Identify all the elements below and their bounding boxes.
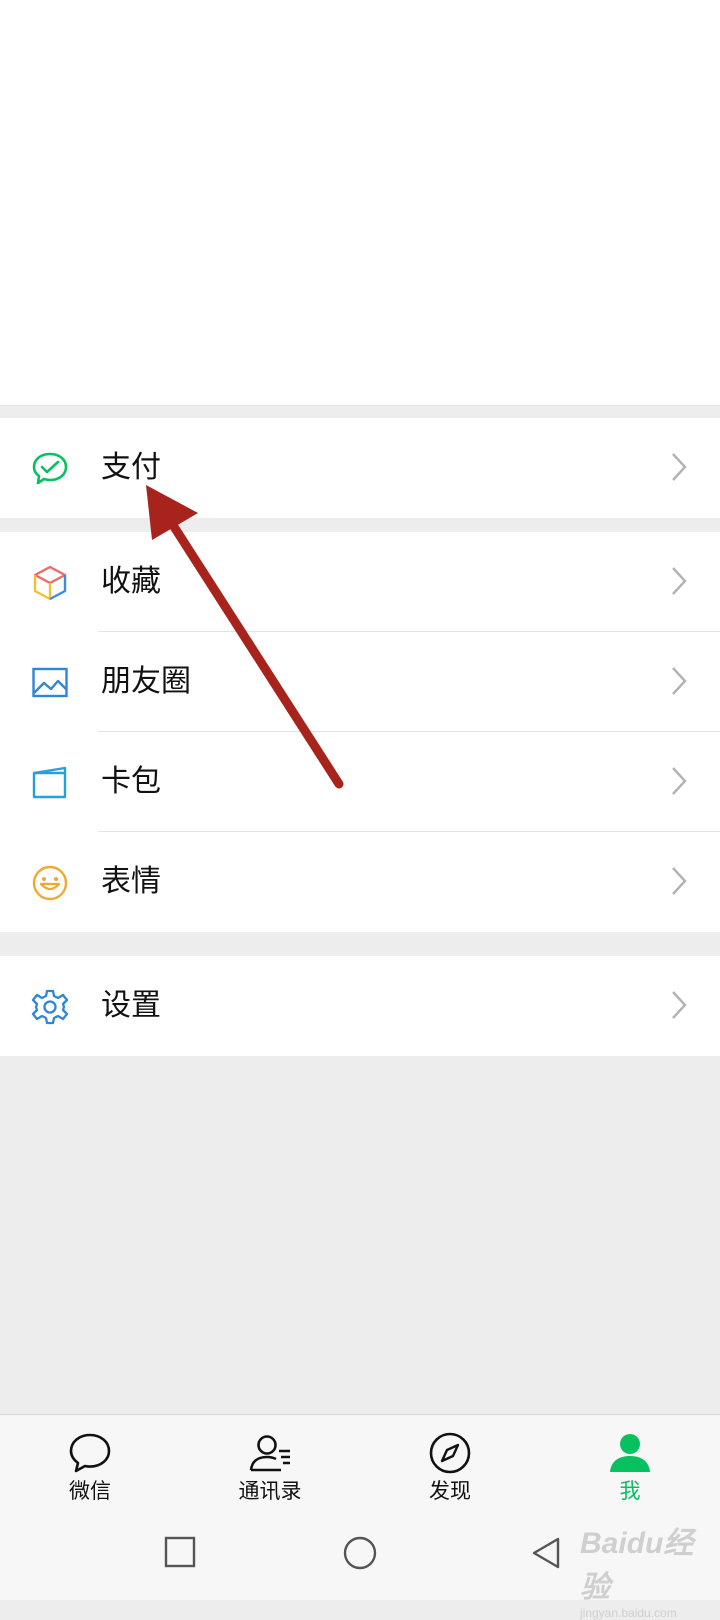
- chevron-right-icon: [672, 453, 687, 481]
- menu-item-stickers[interactable]: 表情: [0, 832, 720, 932]
- tab-label: 发现: [429, 1479, 471, 1503]
- watermark: Baidu经验 jingyan.baidu.com: [580, 1518, 720, 1620]
- menu-item-label: 卡包: [101, 764, 161, 799]
- tab-label: 微信: [69, 1479, 111, 1503]
- tab-label: 我: [619, 1479, 641, 1503]
- watermark-brand: Baidu经验: [580, 1527, 694, 1604]
- menu-item-pay[interactable]: 支付: [0, 418, 720, 518]
- smiley-icon: [32, 865, 68, 901]
- gear-icon: [31, 989, 69, 1025]
- watermark-url: jingyan.baidu.com: [580, 1606, 677, 1620]
- tab-label: 通讯录: [238, 1479, 302, 1503]
- chevron-right-icon: [672, 567, 687, 595]
- wallet-icon: [32, 766, 67, 799]
- pay-group: 支付: [0, 418, 720, 518]
- wechat-pay-icon: [32, 452, 68, 485]
- home-circle-icon[interactable]: [343, 1536, 377, 1570]
- menu-item-label: 支付: [101, 450, 161, 485]
- features-group: 收藏 朋友圈 卡包 表情: [0, 532, 720, 932]
- menu-item-label: 收藏: [101, 564, 161, 599]
- chevron-right-icon: [672, 767, 687, 795]
- person-icon: [610, 1434, 650, 1472]
- chat-bubble-icon: [69, 1433, 111, 1473]
- recent-apps-icon[interactable]: [164, 1536, 196, 1568]
- tab-discover[interactable]: 发现: [380, 1415, 520, 1511]
- tab-me[interactable]: 我: [560, 1415, 700, 1511]
- settings-group: 设置: [0, 956, 720, 1056]
- chevron-right-icon: [672, 867, 687, 895]
- compass-icon: [429, 1432, 471, 1474]
- menu-item-moments[interactable]: 朋友圈: [0, 632, 720, 732]
- image-icon: [32, 667, 68, 698]
- tab-chats[interactable]: 微信: [20, 1415, 160, 1511]
- chevron-right-icon: [672, 667, 687, 695]
- menu-item-favorites[interactable]: 收藏: [0, 532, 720, 632]
- menu-item-label: 朋友圈: [101, 664, 191, 699]
- bottom-tab-bar: 微信 通讯录 发现 我: [0, 1414, 720, 1511]
- menu-item-settings[interactable]: 设置: [0, 956, 720, 1056]
- contacts-icon: [249, 1435, 290, 1472]
- menu-item-cards[interactable]: 卡包: [0, 732, 720, 832]
- chevron-right-icon: [672, 991, 687, 1019]
- menu-item-label: 设置: [101, 988, 161, 1023]
- back-triangle-icon[interactable]: [530, 1536, 562, 1570]
- tab-contacts[interactable]: 通讯录: [200, 1415, 340, 1511]
- cube-icon: [33, 565, 67, 601]
- profile-header-area: [0, 0, 720, 406]
- menu-item-label: 表情: [101, 864, 161, 899]
